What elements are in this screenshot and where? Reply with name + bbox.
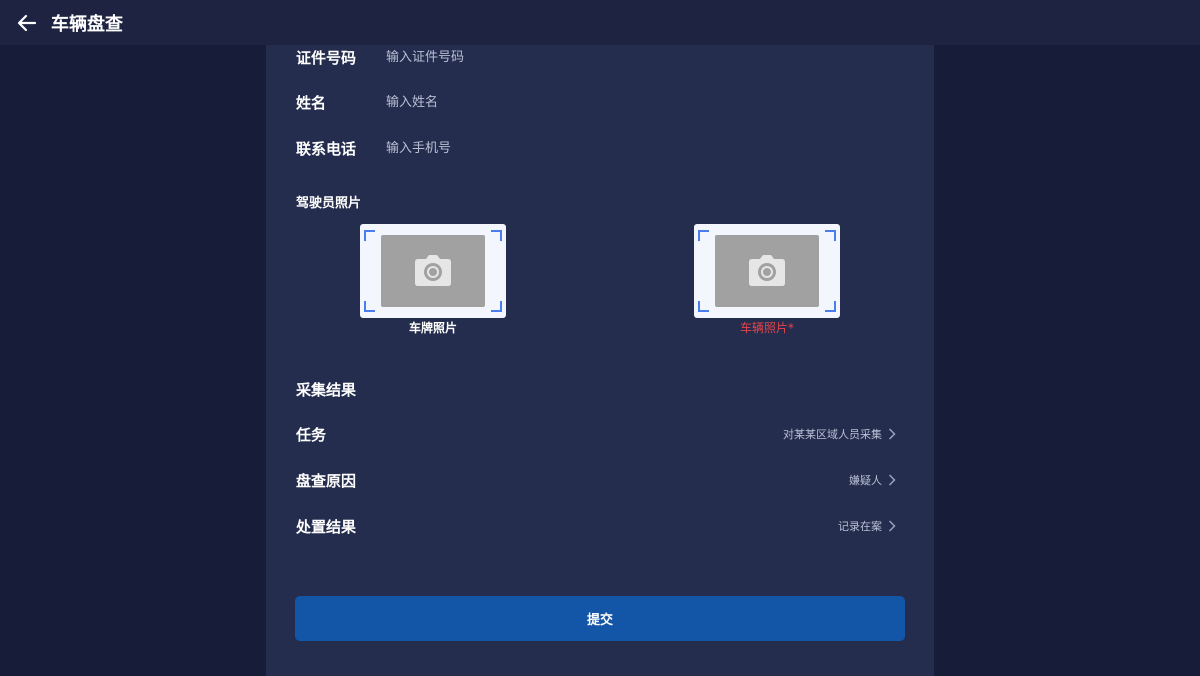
photo-placeholder bbox=[715, 235, 819, 307]
form-panel: 证件号码 姓名 联系电话 驾驶员照片 车牌照片 bbox=[266, 45, 934, 676]
chevron-right-icon bbox=[888, 519, 898, 533]
disposal-value: 记录在案 bbox=[838, 520, 882, 533]
reason-label: 盘查原因 bbox=[296, 471, 357, 490]
arrow-left-icon bbox=[17, 14, 37, 31]
task-row[interactable]: 任务 对某某区域人员采集 bbox=[296, 422, 898, 446]
phone-row: 联系电话 bbox=[296, 136, 904, 160]
name-label: 姓名 bbox=[296, 93, 327, 112]
corner-mark bbox=[364, 301, 375, 312]
back-button[interactable] bbox=[15, 11, 39, 35]
reason-value: 嫌疑人 bbox=[849, 474, 882, 487]
collect-result-label: 采集结果 bbox=[296, 381, 357, 399]
name-row: 姓名 bbox=[296, 90, 904, 114]
top-bar: 车辆盘查 bbox=[0, 0, 1200, 45]
id-number-row: 证件号码 bbox=[296, 45, 904, 69]
phone-input[interactable] bbox=[386, 140, 904, 156]
corner-mark bbox=[491, 230, 502, 241]
chevron-right-icon bbox=[888, 427, 898, 441]
photo-placeholder bbox=[381, 235, 485, 307]
id-number-input[interactable] bbox=[386, 49, 904, 65]
page-title: 车辆盘查 bbox=[51, 13, 123, 35]
disposal-row[interactable]: 处置结果 记录在案 bbox=[296, 514, 898, 538]
corner-mark bbox=[825, 301, 836, 312]
name-input[interactable] bbox=[386, 94, 904, 110]
plate-photo-upload[interactable] bbox=[360, 224, 506, 318]
chevron-right-icon bbox=[888, 473, 898, 487]
vehicle-photo-caption: 车辆照片* bbox=[739, 321, 794, 335]
reason-row[interactable]: 盘查原因 嫌疑人 bbox=[296, 468, 898, 492]
task-value: 对某某区域人员采集 bbox=[783, 428, 882, 441]
plate-photo-caption: 车牌照片 bbox=[408, 321, 457, 335]
driver-photo-label: 驾驶员照片 bbox=[296, 196, 362, 211]
id-number-label: 证件号码 bbox=[296, 48, 357, 67]
disposal-label: 处置结果 bbox=[296, 517, 357, 536]
corner-mark bbox=[698, 230, 709, 241]
corner-mark bbox=[491, 301, 502, 312]
phone-label: 联系电话 bbox=[296, 139, 357, 158]
corner-mark bbox=[825, 230, 836, 241]
task-label: 任务 bbox=[296, 425, 327, 444]
corner-mark bbox=[698, 301, 709, 312]
vehicle-photo-upload[interactable] bbox=[694, 224, 840, 318]
camera-icon bbox=[749, 255, 785, 286]
corner-mark bbox=[364, 230, 375, 241]
camera-icon bbox=[415, 255, 451, 286]
submit-button[interactable]: 提交 bbox=[295, 596, 905, 641]
